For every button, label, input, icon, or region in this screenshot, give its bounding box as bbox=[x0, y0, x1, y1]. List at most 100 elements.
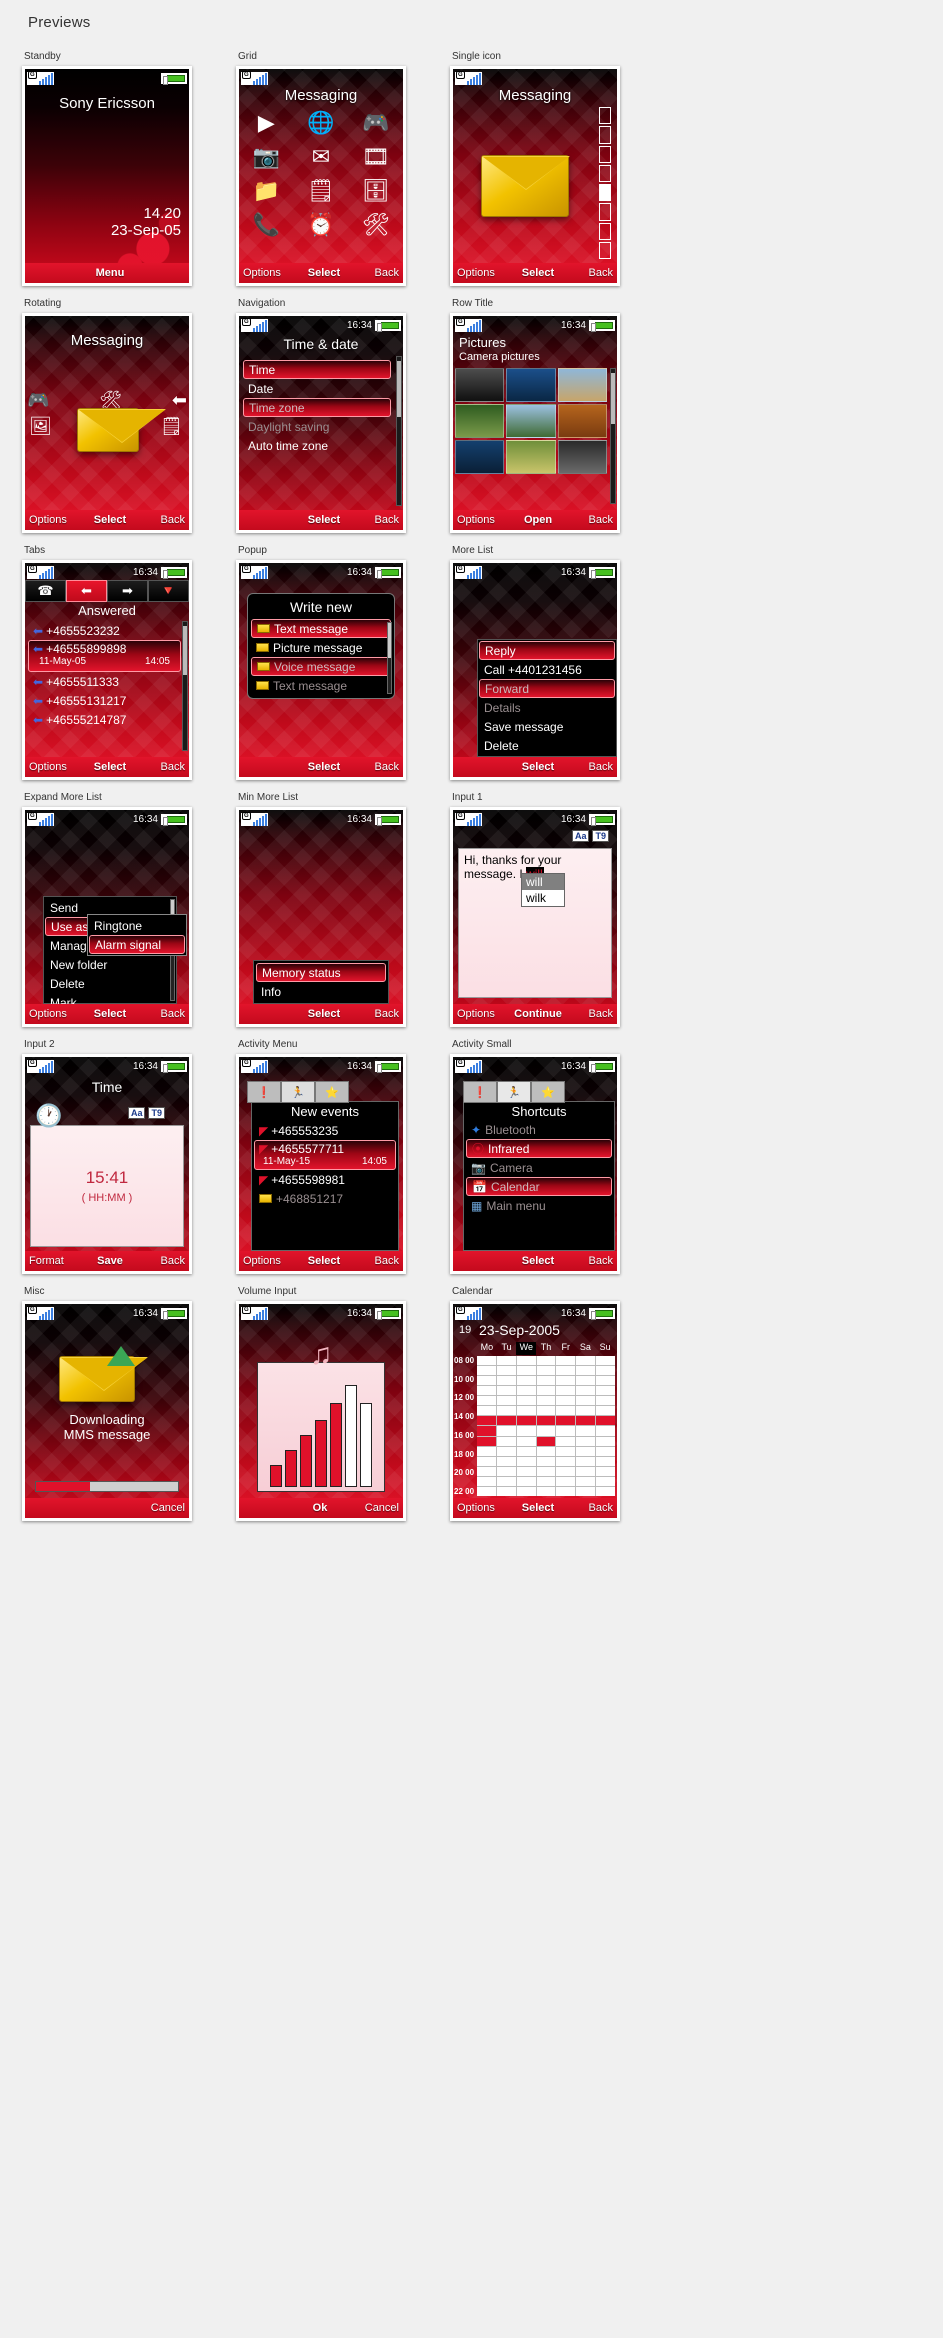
submenu-item[interactable]: Alarm signal bbox=[89, 935, 185, 954]
calendar-cell[interactable] bbox=[576, 1386, 596, 1396]
list-item[interactable]: ⬅ +4655511333 bbox=[28, 672, 181, 691]
calendar-cell[interactable] bbox=[556, 1436, 576, 1446]
calendar-cell[interactable] bbox=[496, 1376, 516, 1386]
list-item[interactable]: 📅 Calendar bbox=[466, 1177, 612, 1196]
list-item[interactable]: +468851217 bbox=[254, 1189, 396, 1208]
list-item[interactable]: 📷 Camera bbox=[466, 1158, 612, 1177]
calendar-cell[interactable] bbox=[516, 1396, 536, 1406]
softkey-select[interactable]: Select bbox=[503, 1502, 573, 1514]
calendar-cell[interactable] bbox=[596, 1416, 615, 1426]
softkey-select[interactable]: Select bbox=[75, 514, 145, 526]
calendar-cell[interactable] bbox=[477, 1406, 496, 1416]
calendar-cell[interactable] bbox=[596, 1426, 615, 1436]
thumbnail[interactable] bbox=[557, 404, 607, 438]
softkey-select[interactable]: Select bbox=[289, 1008, 359, 1020]
calendar-cell[interactable] bbox=[477, 1396, 496, 1406]
preview-expand-more-list[interactable]: Expand More List G 16:34 Send Use as Man… bbox=[22, 792, 214, 1027]
softkey-options[interactable]: Options bbox=[243, 1255, 289, 1267]
preview-misc[interactable]: Misc G 16:34 Downloading MMS message Can… bbox=[22, 1286, 214, 1521]
calendar-cell[interactable] bbox=[477, 1376, 496, 1386]
list-item[interactable]: Date bbox=[243, 379, 391, 398]
softkey-cancel[interactable]: Cancel bbox=[351, 1502, 399, 1514]
softkey-ok[interactable]: Ok bbox=[289, 1502, 351, 1514]
phone-screen[interactable]: G 16:34 ❗ 🏃 ⭐ Shortcuts ✦ Bluetooth ⦿ In bbox=[450, 1054, 620, 1274]
phone-screen[interactable]: Messaging G Options Select Back bbox=[450, 66, 620, 286]
menu-item[interactable]: Save message bbox=[479, 717, 615, 736]
tab-running[interactable]: 🏃 bbox=[281, 1081, 315, 1103]
list-item[interactable]: ⬅ +46555214787 bbox=[28, 710, 181, 729]
tab-alert[interactable]: ❗ bbox=[247, 1081, 281, 1103]
softkey-back[interactable]: Back bbox=[573, 267, 613, 279]
calendar-cell[interactable] bbox=[477, 1456, 496, 1466]
globe-icon[interactable]: 🌐 bbox=[304, 109, 338, 137]
softkey-select[interactable]: Select bbox=[289, 761, 359, 773]
menu-item[interactable]: Reply bbox=[479, 641, 615, 660]
play-icon[interactable]: ▶ bbox=[249, 109, 283, 137]
preview-rotating[interactable]: Rotating Messaging 🎮 🛠 ⬅ 🖼 🗒 Options Sel… bbox=[22, 298, 214, 533]
menu-item[interactable]: Forward bbox=[479, 679, 615, 698]
calendar-cell[interactable] bbox=[536, 1366, 556, 1376]
softkey-options[interactable]: Options bbox=[457, 1008, 503, 1020]
scrollbar[interactable] bbox=[396, 356, 402, 506]
calendar-cell[interactable] bbox=[536, 1376, 556, 1386]
text-editor[interactable]: Hi, thanks for your message. I will will… bbox=[458, 848, 612, 998]
calendar-cell[interactable] bbox=[536, 1416, 556, 1426]
context-menu[interactable]: Memory status Info bbox=[253, 960, 389, 1004]
calendar-cell[interactable] bbox=[596, 1466, 615, 1476]
preview-single-icon[interactable]: Single icon Messaging G Options Select B… bbox=[450, 51, 642, 286]
case-mode-badge[interactable]: Aa bbox=[127, 1107, 146, 1119]
phone-screen[interactable]: G 16:34 ☎ ⬅ ➡ 🔻 Answered ⬅ +4655523232 ⬅ bbox=[22, 560, 192, 780]
preview-navigation[interactable]: Navigation G 16:34 Time & date Time Date… bbox=[236, 298, 428, 533]
calendar-cell[interactable] bbox=[576, 1406, 596, 1416]
softkey-select[interactable]: Select bbox=[289, 267, 359, 279]
menu-item[interactable]: Call +4401231456 bbox=[479, 660, 615, 679]
list-item[interactable]: ✦ Bluetooth bbox=[466, 1120, 612, 1139]
phone-screen[interactable]: G 16:34 Time 🕐 Aa T9 15:41 ( HH:MM ) For… bbox=[22, 1054, 192, 1274]
preview-activity-small[interactable]: Activity Small G 16:34 ❗ 🏃 ⭐ Shortcuts ✦… bbox=[450, 1039, 642, 1274]
call-list[interactable]: ⬅ +4655523232 ⬅ +46555899898 11-May-05 1… bbox=[28, 621, 181, 729]
scrollbar[interactable] bbox=[182, 621, 188, 751]
scrollbar[interactable] bbox=[387, 622, 392, 694]
envelope-icon[interactable] bbox=[481, 155, 570, 217]
calendar-cell[interactable] bbox=[596, 1436, 615, 1446]
list-item[interactable]: ◤ +465553235 bbox=[254, 1121, 396, 1140]
tools-icon[interactable]: 🛠 bbox=[359, 211, 393, 239]
calendar-cell[interactable] bbox=[596, 1396, 615, 1406]
calendar-cell[interactable] bbox=[556, 1366, 576, 1376]
list-item[interactable]: Auto time zone bbox=[243, 436, 391, 455]
softkey-select[interactable]: Select bbox=[289, 514, 359, 526]
calendar-cell[interactable] bbox=[516, 1406, 536, 1416]
softkey-back[interactable]: Back bbox=[573, 1502, 613, 1514]
preview-more-list[interactable]: More List G 16:34 Reply Call +4401231456… bbox=[450, 545, 642, 780]
preview-grid[interactable]: Grid Messaging ▶ 🌐 🎮 📷 ✉ 🎞 📁 🗒 🗄 📞 ⏰ 🛠 G… bbox=[236, 51, 428, 286]
preview-input-1[interactable]: Input 1 G 16:34 Aa T9 Hi, thanks for you… bbox=[450, 792, 642, 1027]
calendar-cell[interactable] bbox=[516, 1436, 536, 1446]
calendar-cell[interactable] bbox=[516, 1446, 536, 1456]
softkey-continue[interactable]: Continue bbox=[503, 1008, 573, 1020]
popup-dialog[interactable]: Write new Text message Picture message V… bbox=[247, 593, 395, 699]
calendar-cell[interactable] bbox=[556, 1376, 576, 1386]
calendar-cell[interactable] bbox=[536, 1446, 556, 1456]
calendar-cell[interactable] bbox=[496, 1386, 516, 1396]
thumbnail[interactable] bbox=[506, 440, 556, 474]
tab-star[interactable]: ⭐ bbox=[315, 1081, 349, 1103]
phone-screen[interactable]: G 16:34 Write new Text message Picture m… bbox=[236, 560, 406, 780]
suggestion-item[interactable]: will bbox=[522, 874, 564, 890]
calendar-cell[interactable] bbox=[596, 1356, 615, 1366]
tab-running[interactable]: 🏃 bbox=[497, 1081, 531, 1103]
phone-screen[interactable]: G 16:34 Downloading MMS message Cancel bbox=[22, 1301, 192, 1521]
calendar-cell[interactable] bbox=[556, 1426, 576, 1436]
phone-screen[interactable]: G 16:34 Memory status Info Select Back bbox=[236, 807, 406, 1027]
calendar-cell[interactable] bbox=[556, 1446, 576, 1456]
softkey-format[interactable]: Format bbox=[29, 1255, 75, 1267]
gamepad-icon[interactable]: 🎮 bbox=[359, 109, 393, 137]
menu-item[interactable]: New folder bbox=[45, 955, 175, 974]
calendar-cell[interactable] bbox=[576, 1456, 596, 1466]
preview-tabs[interactable]: Tabs G 16:34 ☎ ⬅ ➡ 🔻 Answered ⬅ +4655523… bbox=[22, 545, 214, 780]
thumbnail[interactable] bbox=[557, 440, 607, 474]
calendar-cell[interactable] bbox=[576, 1416, 596, 1426]
calendar-cell[interactable] bbox=[596, 1386, 615, 1396]
volume-bar[interactable] bbox=[285, 1449, 297, 1487]
thumbnail[interactable] bbox=[506, 404, 556, 438]
photo-icon[interactable]: 🖼 bbox=[29, 416, 52, 437]
